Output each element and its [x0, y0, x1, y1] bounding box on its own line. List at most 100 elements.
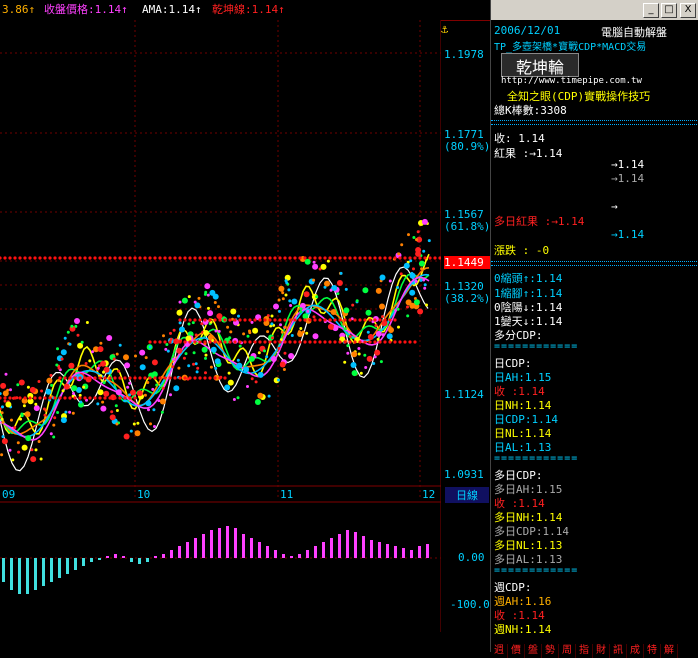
data-dot	[201, 346, 208, 353]
macd-bar	[362, 536, 365, 558]
level-dot	[353, 256, 357, 260]
data-dot	[143, 393, 147, 397]
data-dot	[139, 349, 146, 356]
data-dot	[56, 347, 59, 351]
level-dot	[263, 340, 267, 344]
level-dot	[183, 256, 187, 260]
level-dot	[178, 340, 182, 344]
data-dot	[145, 400, 152, 407]
level-dot	[278, 256, 282, 260]
data-dot	[151, 359, 158, 366]
arrow-value: →1.14	[611, 158, 645, 171]
level-dot	[203, 340, 207, 344]
tab-10[interactable]: 解	[661, 644, 678, 658]
data-dot	[248, 329, 251, 333]
data-dot	[365, 309, 372, 316]
data-dot	[350, 362, 357, 368]
tab-0[interactable]: 週	[491, 644, 508, 658]
level-dot	[198, 376, 202, 380]
price-chart[interactable]	[0, 20, 441, 632]
data-dot	[254, 380, 258, 384]
data-dot	[0, 382, 7, 389]
data-dot	[416, 230, 420, 234]
tab-5[interactable]: 指	[576, 644, 593, 658]
macd-bar	[154, 556, 157, 558]
level-dot	[398, 340, 402, 344]
minimize-button[interactable]: _	[643, 3, 659, 18]
level-dot	[328, 340, 332, 344]
tab-9[interactable]: 特	[644, 644, 661, 658]
macd-bar	[170, 550, 173, 558]
data-dot	[406, 305, 409, 309]
level-dot	[348, 340, 352, 344]
tab-1[interactable]: 價	[508, 644, 525, 658]
level-dot	[338, 256, 342, 260]
data-dot	[227, 379, 234, 386]
macd-bar	[10, 558, 13, 590]
data-dot	[187, 295, 191, 299]
tab-4[interactable]: 周	[559, 644, 576, 658]
level-dot	[148, 376, 152, 380]
level-dot	[393, 340, 397, 344]
macd-bar	[26, 558, 29, 594]
level-dot	[368, 340, 372, 344]
tab-3[interactable]: 勢	[542, 644, 559, 658]
level-dot	[103, 396, 107, 400]
data-dot	[359, 371, 363, 375]
data-dot	[327, 323, 334, 330]
data-dot	[4, 372, 8, 376]
partial-value: 3.86↑	[2, 3, 36, 16]
maximize-button[interactable]: □	[661, 3, 677, 18]
anchor-icon[interactable]: ⚓	[441, 22, 448, 36]
tab-6[interactable]: 財	[593, 644, 610, 658]
level-dot	[173, 376, 177, 380]
level-dot	[73, 256, 77, 260]
data-dot	[217, 305, 220, 309]
data-dot	[6, 388, 10, 392]
data-dot	[373, 355, 377, 359]
level-dot	[23, 396, 27, 400]
data-dot	[64, 410, 68, 414]
data-dot	[171, 365, 175, 369]
level-dot	[93, 396, 97, 400]
data-dot	[228, 336, 232, 340]
level-dot	[333, 256, 337, 260]
level-dot	[238, 256, 242, 260]
data-dot	[165, 343, 169, 346]
level-dot	[63, 376, 67, 380]
tab-2[interactable]: 盤	[525, 644, 542, 658]
separator: ============	[494, 565, 579, 576]
data-dot	[312, 260, 316, 264]
data-dot	[282, 368, 286, 371]
level-dot	[353, 340, 357, 344]
data-dot	[379, 303, 385, 310]
period-label[interactable]: 日線	[445, 487, 489, 503]
data-dot	[407, 233, 410, 237]
level-dot	[198, 256, 202, 260]
level-dot	[378, 318, 382, 322]
data-dot	[209, 365, 213, 369]
tab-7[interactable]: 訊	[610, 644, 627, 658]
data-dot	[381, 315, 384, 319]
data-dot	[236, 362, 243, 369]
data-dot	[74, 318, 80, 324]
data-dot	[103, 390, 110, 397]
level-dot	[293, 256, 297, 260]
data-dot	[412, 281, 415, 285]
data-dot	[386, 333, 393, 340]
close-button[interactable]: X	[680, 3, 696, 18]
level-dot	[273, 340, 277, 344]
x-label: 11	[280, 488, 294, 501]
level-dot	[308, 318, 312, 322]
tab-8[interactable]: 成	[627, 644, 644, 658]
level-dot	[83, 376, 87, 380]
strategy-label: TP_多壺架橋*寶戰CDP*MACD交易	[494, 42, 647, 53]
level-dot	[403, 340, 407, 344]
level-dot	[268, 340, 272, 344]
data-dot	[26, 385, 30, 389]
data-dot	[420, 267, 424, 271]
data-dot	[159, 398, 166, 405]
data-dot	[115, 422, 119, 426]
close-value: 收: 1.14	[494, 132, 545, 145]
level-dot	[23, 256, 27, 260]
